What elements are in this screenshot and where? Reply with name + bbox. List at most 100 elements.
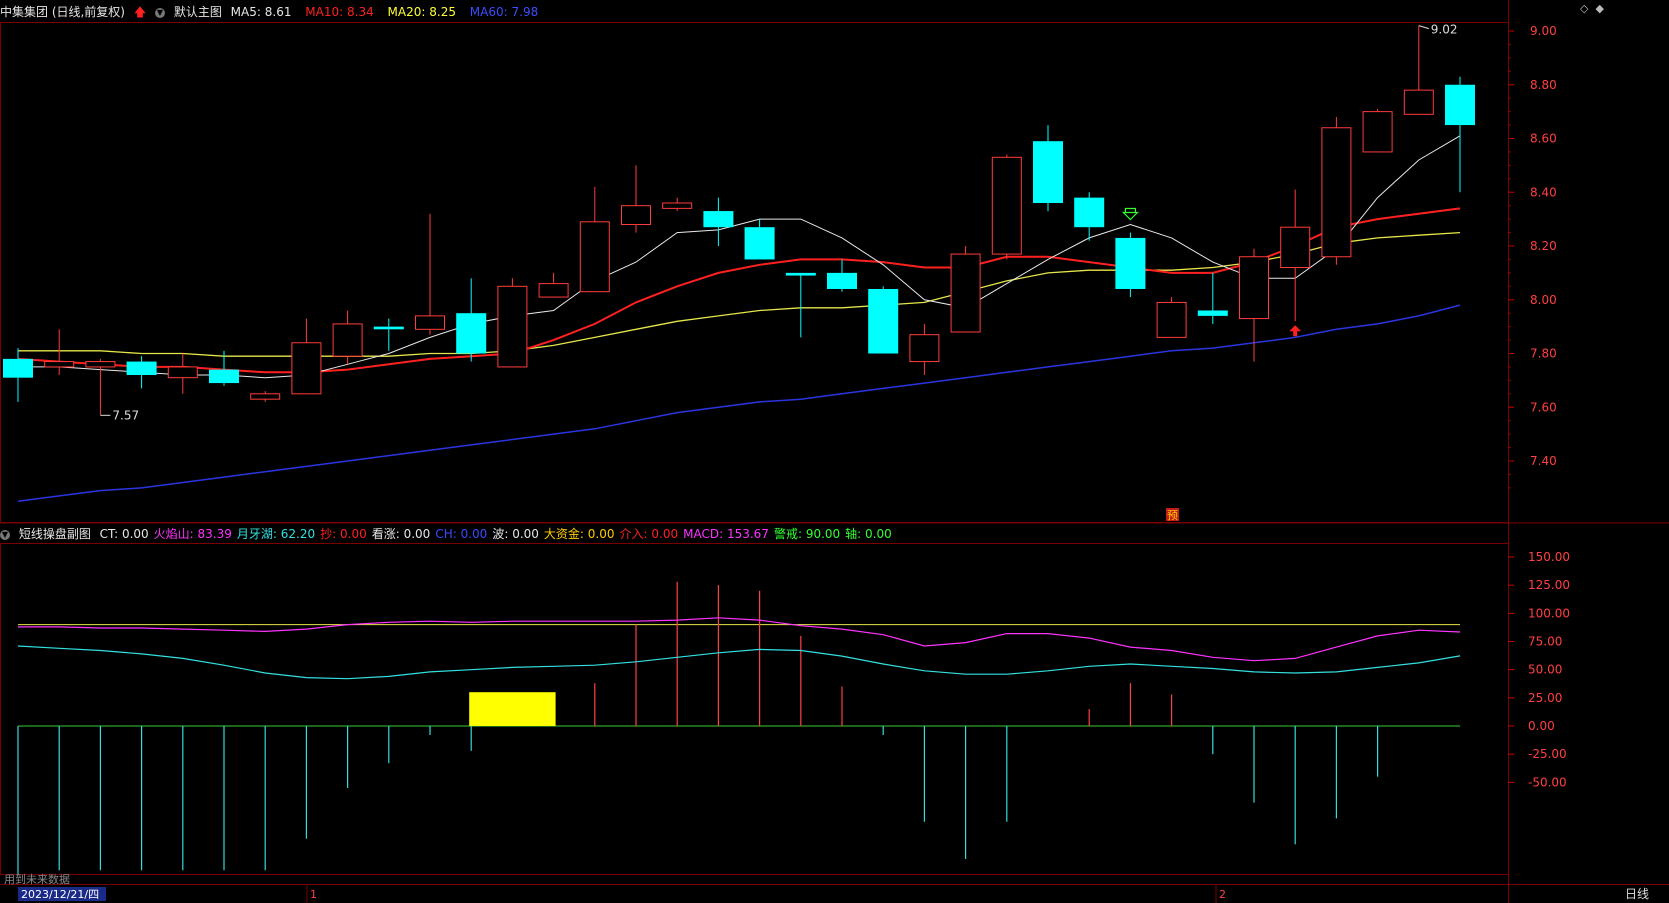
sub-legend-value: 0.00 [460,527,488,541]
chart-canvas: 9.008.808.608.408.208.007.807.607.40150.… [0,0,1669,903]
month-label: 2 [1219,888,1226,901]
candle-body [85,361,116,368]
candle-body [1197,310,1228,316]
candle-body [950,253,981,333]
pre-marker-label: 预 [1167,509,1178,522]
low-label: 7.57 [112,408,139,422]
period-label: 日线 [1625,887,1649,901]
candle-body [291,342,322,395]
ma5-label: MA5: [230,5,261,19]
diamond-filled-icon[interactable]: ◆ [1595,2,1603,15]
sub-legend-label: 轴: [845,527,862,541]
sub-y-tick-label: 50.00 [1528,663,1562,677]
y-tick-label: 8.80 [1530,78,1557,92]
sub-chart-legend: CT: 0.00 火焰山: 83.39 月牙湖: 62.20 抄: 0.00 看涨: 0… [100,527,897,541]
sub-legend-item: 警戒: 90.00 [774,527,840,541]
sub-legend-label: 波: [492,527,509,541]
candle-body [1280,226,1311,268]
sub-legend-value: 0.00 [121,527,149,541]
buy-arrow-icon [1121,207,1139,221]
sub-y-tick-label: 100.00 [1528,606,1570,620]
dropdown-circle-icon[interactable]: ▼ [155,7,165,18]
sub-legend-value: 62.20 [280,527,316,541]
sub-legend-value: 0.00 [587,527,615,541]
y-tick-label: 7.60 [1530,400,1557,414]
up-arrow-icon [1289,325,1302,337]
sub-legend-item: CT: 0.00 [100,527,149,541]
y-tick-label: 8.40 [1530,185,1557,199]
candle-body [1239,256,1269,320]
sub-y-tick-label: 25.00 [1528,691,1562,705]
candle-body [662,202,693,209]
sub-legend-value: 153.67 [726,527,769,541]
candle-body [250,393,281,400]
ma60-value: 7.98 [511,5,539,19]
sub-legend-label: 火焰山: [153,527,194,541]
candle-body [1115,237,1146,289]
sub-legend-item: 轴: 0.00 [845,527,892,541]
ma60-label: MA60: [469,5,508,19]
sub-legend-value: 90.00 [805,527,841,541]
sub-legend-label: CT: [99,527,119,541]
candle-body [167,366,198,379]
sub-legend-label: 抄: [320,527,337,541]
y-tick-label: 7.40 [1530,454,1557,468]
main-chart-header: 中集集团 (日线,前复权) 🡅 ▼ 默认主图 MA5: 8.61 MA10: 8… [0,4,548,20]
candle-body [1156,301,1187,338]
sub-legend-value: 0.00 [512,527,539,541]
y-tick-label: 8.60 [1530,132,1557,146]
candle-body [3,358,33,378]
window-controls: ◇ ◆ [1580,2,1604,15]
sub-y-tick-label: 0.00 [1528,719,1555,733]
candle-body [579,221,610,293]
stock-name[interactable]: 中集集团 (日线,前复权) [0,5,125,19]
sub-legend-item: 大资金: 0.00 [544,527,615,541]
sub-legend-value: 0.00 [651,527,679,541]
ma5-legend: MA5: 8.61 [231,5,297,19]
candle-body [373,326,404,330]
diamond-icon[interactable]: ◇ [1580,2,1588,15]
candle-body [1321,127,1352,258]
candle-body [44,361,75,368]
future-data-note: 用到未来数据 [4,872,70,886]
y-tick-label: 8.20 [1530,239,1557,253]
sub-legend-label: 介入: [619,527,648,541]
month-label: 1 [310,888,317,901]
sub-legend-item: CH: 0.00 [435,527,487,541]
sub-plot-frame [0,543,1509,875]
candle-body [456,313,487,354]
ma60-legend: MA60: 7.98 [470,5,543,19]
date-label: 2023/12/21/四 [21,888,99,901]
candle-body [415,315,445,330]
moonlake-line [17,645,1461,680]
indicator-name[interactable]: 默认主图 [174,5,222,19]
ma10-label: MA10: [305,5,344,19]
candle-body [827,272,857,289]
sub-legend-label: CH: [435,527,457,541]
ma10-value: 8.34 [347,5,374,19]
sub-legend-item: 看涨: 0.00 [372,527,431,541]
main-plot-frame [0,22,1509,523]
candle-body [744,227,775,260]
sub-y-tick-label: 150.00 [1528,550,1570,564]
sub-chart-name[interactable]: 短线操盘副图 [19,527,91,541]
sub-legend-value: 0.00 [865,527,892,541]
sub-legend-value: 0.00 [340,527,367,541]
ma20-label: MA20: [387,5,426,19]
candle-body [621,205,651,225]
candle-body [909,334,940,363]
candle-body [126,361,157,375]
dropdown-circle-icon[interactable]: ▼ [0,529,10,540]
sub-y-tick-label: -50.00 [1528,775,1567,789]
candle-body [497,285,528,368]
sub-legend-item: 月牙湖: 62.20 [237,527,315,541]
up-arrow-icon: 🡅 [133,5,147,19]
sub-legend-item: MACD: 153.67 [683,527,769,541]
candle-body [703,211,734,228]
sub-legend-label: 月牙湖: [236,527,277,541]
sub-legend-label: 看涨: [371,527,400,541]
high-label: 9.02 [1431,23,1458,37]
candle-body [868,289,899,354]
sub-y-tick-label: -25.00 [1528,747,1567,761]
candle-body [332,323,363,357]
